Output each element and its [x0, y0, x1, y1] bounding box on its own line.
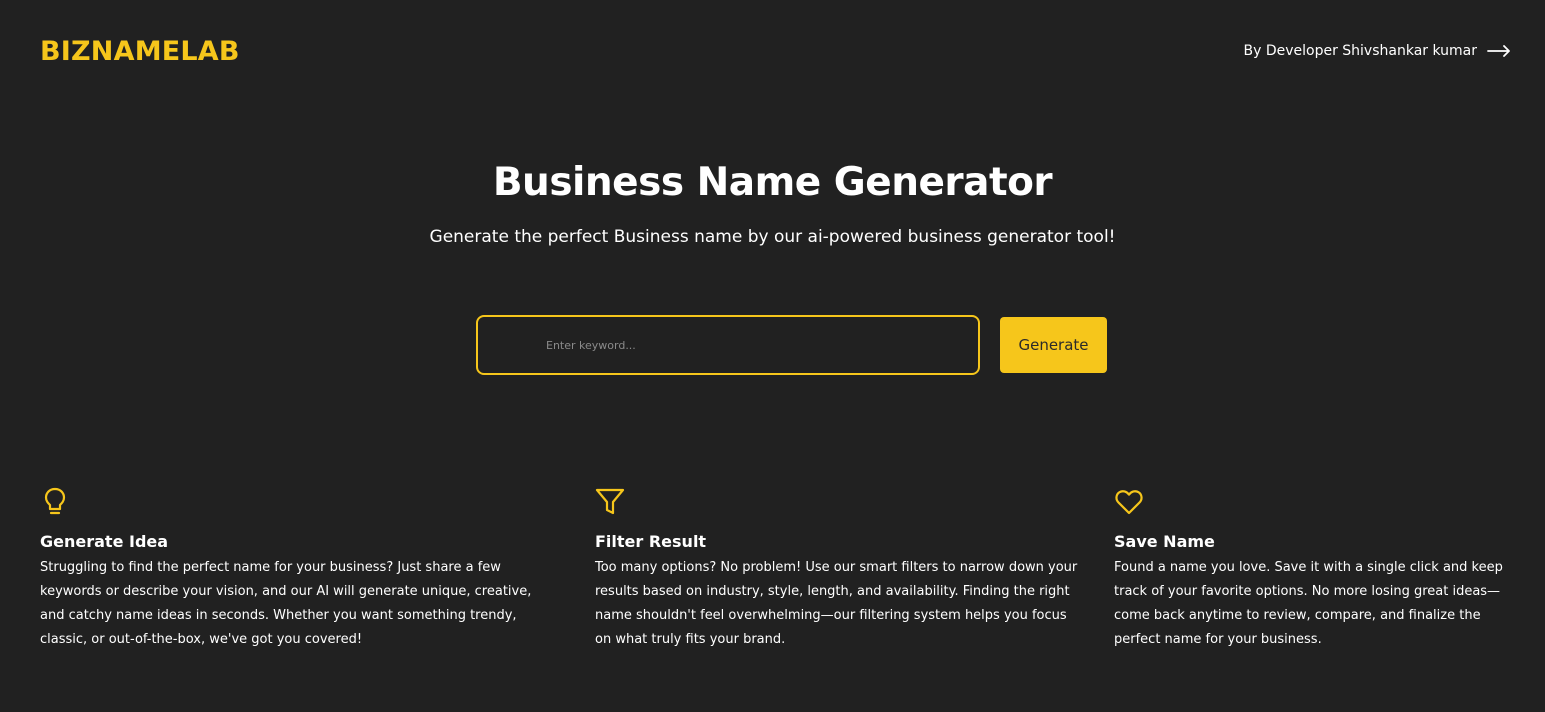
feature-title: Generate Idea	[40, 532, 169, 551]
keyword-input[interactable]	[476, 315, 980, 375]
brand-logo[interactable]: BIZNAMELAB	[40, 36, 240, 67]
feature-description: Struggling to find the perfect name for …	[40, 560, 532, 647]
feature-title: Filter Result	[595, 532, 707, 551]
feature-filter-result: Filter Result Too many options? No probl…	[595, 486, 1080, 652]
page-title: Business Name Generator	[492, 160, 1053, 205]
filter-icon	[595, 488, 625, 515]
feature-title: Save Name	[1114, 532, 1215, 551]
feature-description: Too many options? No problem! Use our sm…	[595, 560, 1078, 647]
feature-generate-idea: Generate Idea Struggling to find the per…	[40, 486, 552, 652]
feature-description: Found a name you love. Save it with a si…	[1114, 560, 1503, 647]
developer-link-label: By Developer Shivshankar kumar	[1243, 43, 1477, 59]
heart-icon	[1115, 490, 1143, 515]
feature-save-name: Save Name Found a name you love. Save it…	[1114, 486, 1514, 652]
lightbulb-icon	[44, 487, 66, 515]
generate-button[interactable]: Generate	[1000, 317, 1107, 373]
arrow-right-icon	[1487, 45, 1510, 57]
page-subtitle: Generate the perfect Business name by ou…	[429, 227, 1116, 247]
developer-link[interactable]: By Developer Shivshankar kumar	[1243, 43, 1511, 59]
page: BIZNAMELAB By Developer Shivshankar kuma…	[0, 0, 1545, 712]
